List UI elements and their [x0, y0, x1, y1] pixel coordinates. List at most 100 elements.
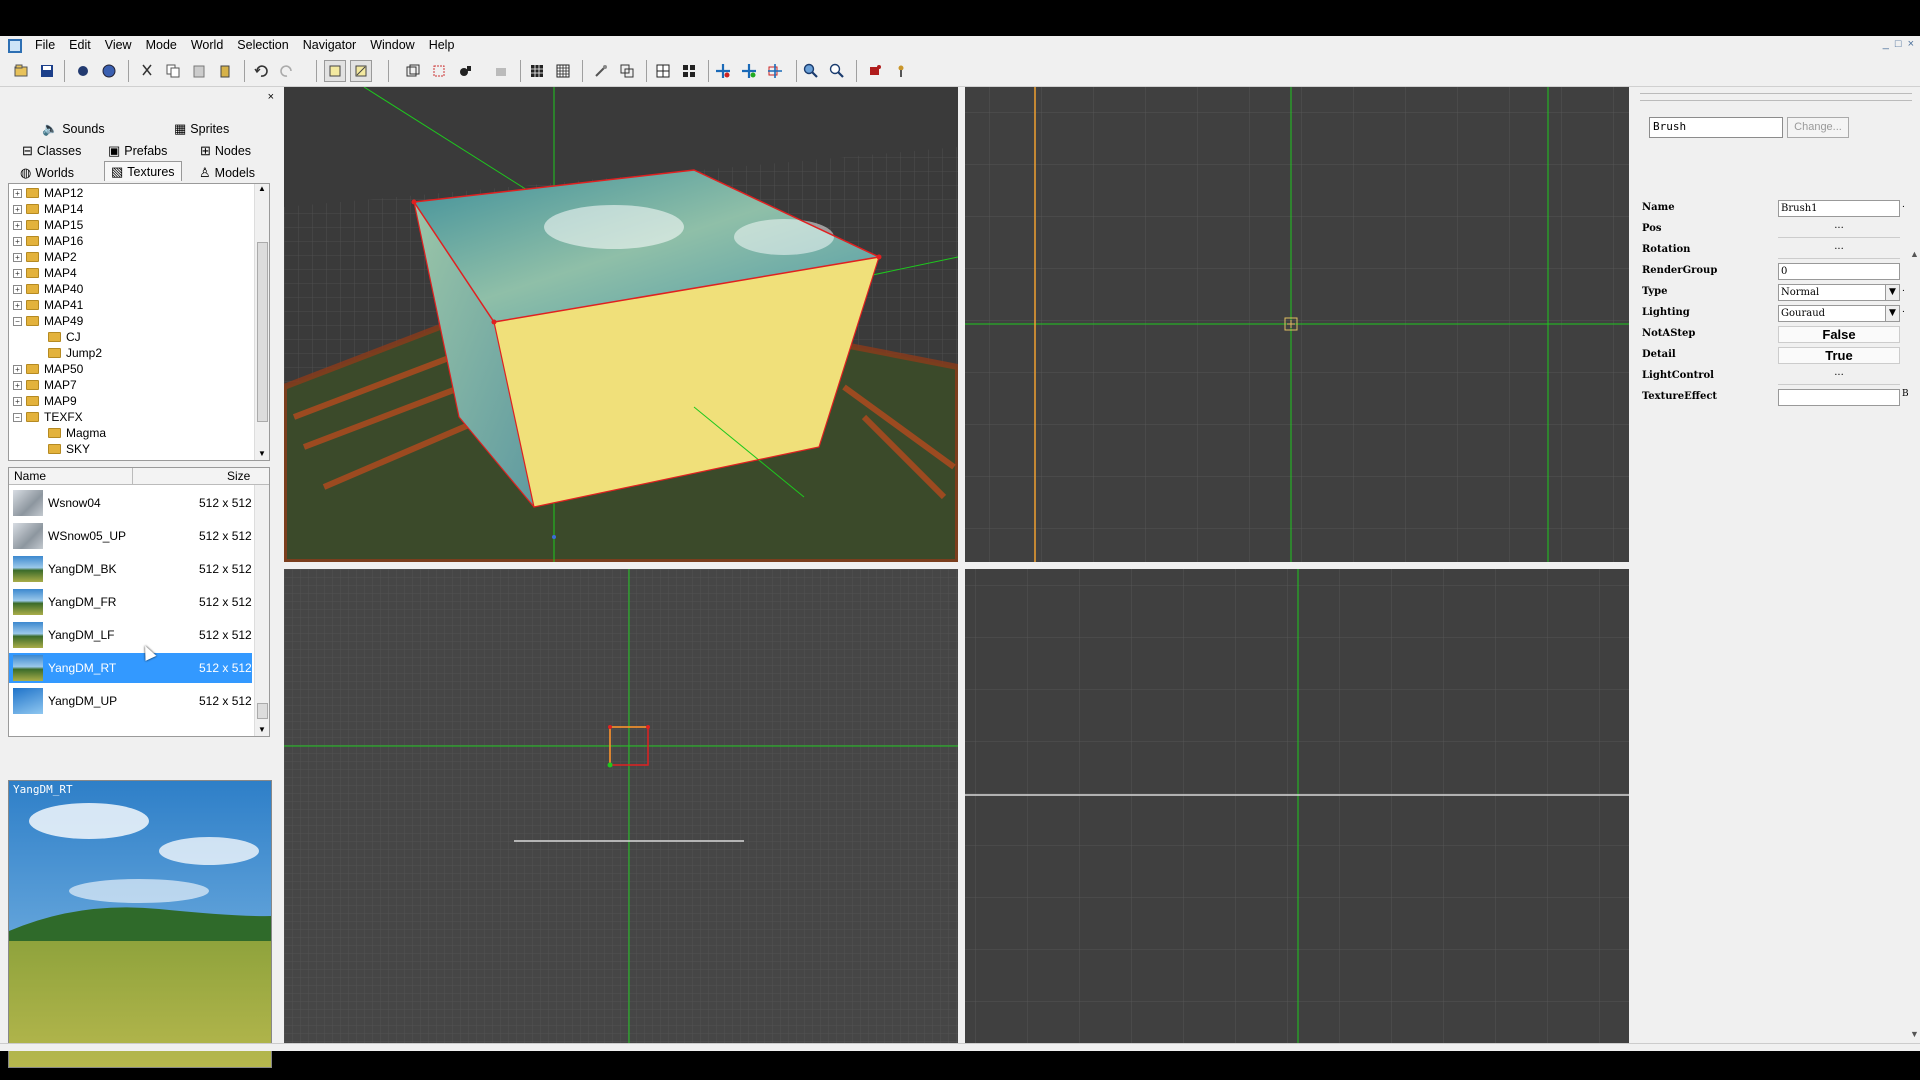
- expand-icon[interactable]: +: [13, 252, 22, 262]
- hide-icon[interactable]: [490, 60, 512, 82]
- dropdown-arrow-icon[interactable]: ▼: [1885, 306, 1899, 321]
- change-button[interactable]: Change...: [1787, 117, 1849, 138]
- tree-item[interactable]: + MAP40: [13, 281, 83, 297]
- player-start-icon[interactable]: [890, 60, 912, 82]
- menu-help[interactable]: Help: [422, 36, 462, 55]
- property-browse-button[interactable]: .: [1902, 284, 1905, 294]
- tree-scrollbar[interactable]: ▲ ▼: [254, 184, 269, 460]
- property-value[interactable]: Normal ▼: [1778, 284, 1900, 301]
- list-scrollbar[interactable]: ▼: [254, 485, 269, 736]
- texture-row[interactable]: Wsnow04 512 x 512: [9, 488, 252, 518]
- scroll-up-icon[interactable]: ▲: [1910, 249, 1919, 259]
- tree-item[interactable]: + MAP15: [13, 217, 83, 233]
- expand-icon[interactable]: +: [13, 396, 22, 406]
- zoom-in-icon[interactable]: [800, 60, 822, 82]
- menu-window[interactable]: Window: [363, 36, 421, 55]
- properties-scrollbar[interactable]: ▲ ▼: [1910, 249, 1920, 1039]
- undo-icon[interactable]: [250, 60, 272, 82]
- light-icon[interactable]: [864, 60, 886, 82]
- property-browse-button[interactable]: .: [1902, 305, 1905, 315]
- open-icon[interactable]: [10, 60, 32, 82]
- perspective-viewport[interactable]: [284, 87, 958, 562]
- property-value[interactable]: True: [1778, 347, 1900, 364]
- texture-row[interactable]: YangDM_UP 512 x 512: [9, 686, 252, 716]
- viewport-splitter-horizontal[interactable]: [284, 562, 1629, 569]
- property-value[interactable]: False: [1778, 326, 1900, 343]
- geometry-mode-icon[interactable]: [402, 60, 424, 82]
- object-mode-icon[interactable]: [454, 60, 476, 82]
- collapse-icon[interactable]: −: [13, 316, 22, 326]
- redo-icon[interactable]: [276, 60, 298, 82]
- fine-grid-icon[interactable]: [552, 60, 574, 82]
- expand-icon[interactable]: +: [13, 268, 22, 278]
- scroll-down-icon[interactable]: ▼: [1910, 1029, 1919, 1039]
- move-x-icon[interactable]: [712, 60, 734, 82]
- expand-icon[interactable]: +: [13, 364, 22, 374]
- expand-icon[interactable]: +: [13, 380, 22, 390]
- column-size[interactable]: Size: [227, 469, 250, 483]
- copy-icon[interactable]: [162, 60, 184, 82]
- zoom-out-icon[interactable]: [826, 60, 848, 82]
- save-icon[interactable]: [36, 60, 58, 82]
- close-button[interactable]: ×: [1908, 38, 1914, 50]
- tree-item[interactable]: + MAP14: [13, 201, 83, 217]
- dropdown-arrow-icon[interactable]: ▼: [1885, 285, 1899, 300]
- column-name[interactable]: Name: [14, 469, 46, 483]
- menu-file[interactable]: File: [28, 36, 62, 55]
- tree-item[interactable]: Magma: [35, 425, 106, 441]
- tab-classes[interactable]: ⊟ Classes: [22, 141, 81, 161]
- tab-prefabs[interactable]: ▣ Prefabs: [108, 141, 167, 161]
- tree-item[interactable]: + MAP16: [13, 233, 83, 249]
- delete-icon[interactable]: [214, 60, 236, 82]
- tree-item[interactable]: + MAP12: [13, 185, 83, 201]
- texture-row[interactable]: WSnow05_UP 512 x 512: [9, 521, 252, 551]
- tree-item[interactable]: − MAP49: [13, 313, 83, 329]
- menu-world[interactable]: World: [184, 36, 230, 55]
- scroll-thumb[interactable]: [257, 242, 268, 422]
- run-icon[interactable]: [98, 60, 120, 82]
- scroll-thumb[interactable]: [257, 703, 268, 719]
- carve-icon[interactable]: [428, 60, 450, 82]
- tree-item[interactable]: CJ: [35, 329, 81, 345]
- collapse-icon[interactable]: −: [13, 412, 22, 422]
- scroll-up-icon[interactable]: ▲: [258, 184, 266, 193]
- restore-button[interactable]: □: [1895, 38, 1902, 50]
- front-viewport[interactable]: [284, 569, 958, 1043]
- property-value[interactable]: 0: [1778, 263, 1900, 280]
- expand-icon[interactable]: +: [13, 220, 22, 230]
- tree-item[interactable]: − TEXFX: [13, 409, 83, 425]
- property-value[interactable]: Brush1: [1778, 200, 1900, 217]
- move-z-icon[interactable]: [764, 60, 786, 82]
- property-value[interactable]: ...: [1778, 221, 1900, 238]
- eyedropper-icon[interactable]: [590, 60, 612, 82]
- tree-item[interactable]: + MAP2: [13, 249, 77, 265]
- tab-textures[interactable]: ▧ Textures: [104, 161, 182, 181]
- menu-mode[interactable]: Mode: [139, 36, 184, 55]
- tree-item[interactable]: + MAP9: [13, 393, 77, 409]
- expand-icon[interactable]: +: [13, 284, 22, 294]
- expand-icon[interactable]: +: [13, 236, 22, 246]
- expand-icon[interactable]: +: [13, 204, 22, 214]
- minimize-button[interactable]: _: [1883, 38, 1889, 50]
- texture-row[interactable]: YangDM_FR 512 x 512: [9, 587, 252, 617]
- tab-sprites[interactable]: ▦ Sprites: [174, 119, 229, 139]
- brush-mode-icon[interactable]: [350, 60, 372, 82]
- scroll-down-icon[interactable]: ▼: [258, 725, 266, 734]
- property-browse-button[interactable]: .: [1902, 200, 1905, 210]
- texture-row[interactable]: YangDM_LF 512 x 512: [9, 620, 252, 650]
- close-icon[interactable]: ×: [268, 91, 274, 103]
- paste-icon[interactable]: [188, 60, 210, 82]
- tab-models[interactable]: ♙ Models: [199, 163, 255, 183]
- tree-item[interactable]: SKY: [35, 441, 90, 457]
- property-value[interactable]: Gouraud ▼: [1778, 305, 1900, 322]
- texture-row[interactable]: YangDM_BK 512 x 512: [9, 554, 252, 584]
- property-value[interactable]: ...: [1778, 242, 1900, 259]
- class-name-field[interactable]: Brush: [1649, 117, 1783, 138]
- tree-item[interactable]: + MAP4: [13, 265, 77, 281]
- texture-align-icon[interactable]: [616, 60, 638, 82]
- tab-sounds[interactable]: 🔈 Sounds: [42, 119, 105, 139]
- tab-worlds[interactable]: ◍ Worlds: [20, 163, 74, 183]
- expand-icon[interactable]: +: [13, 300, 22, 310]
- menu-edit[interactable]: Edit: [62, 36, 98, 55]
- menu-selection[interactable]: Selection: [230, 36, 295, 55]
